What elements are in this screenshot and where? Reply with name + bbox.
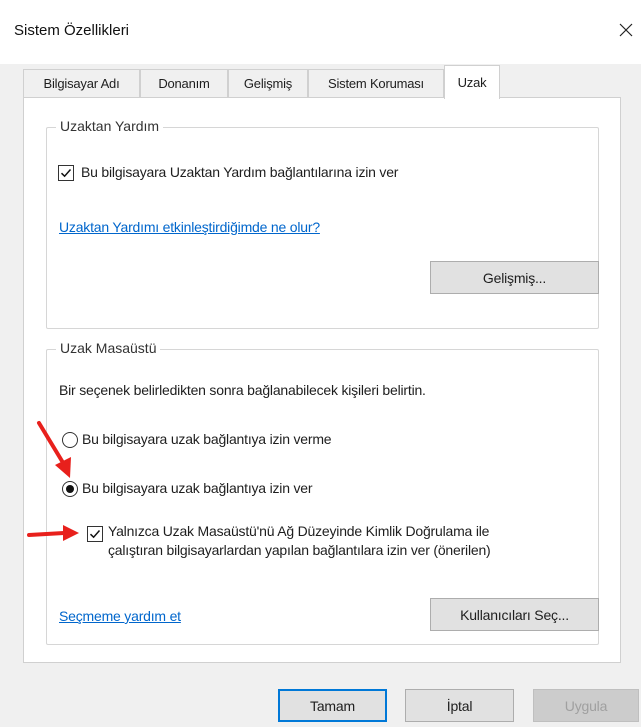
title-bar: Sistem Özellikleri (0, 0, 641, 64)
help-me-choose-link[interactable]: Seçmeme yardım et (59, 608, 181, 624)
cancel-button-label: İptal (446, 697, 473, 714)
remote-assistance-help-link[interactable]: Uzaktan Yardımı etkinleştirdiğimde ne ol… (59, 219, 320, 235)
nla-only-label-line1: Yalnızca Uzak Masaüstü'nü Ağ Düzeyinde K… (108, 523, 490, 539)
advanced-button-label: Gelişmiş... (482, 269, 547, 286)
remote-assistance-legend: Uzaktan Yardım (56, 118, 164, 134)
close-icon (619, 23, 632, 37)
select-users-button[interactable]: Kullanıcıları Seç... (430, 598, 599, 631)
tab-bilgisayar-adi[interactable]: Bilgisayar Adı (23, 69, 140, 97)
nla-only-label-line2: çalıştıran bilgisayarlardan yapılan bağl… (108, 542, 491, 558)
ok-button-label: Tamam (310, 697, 355, 714)
tab-sistem-korumasi[interactable]: Sistem Koruması (308, 69, 444, 97)
tab-label: Uzak (457, 75, 487, 90)
allow-remote-connection-radio[interactable] (62, 481, 78, 497)
remote-desktop-instruction: Bir seçenek belirledikten sonra bağlanab… (59, 382, 426, 398)
cancel-button[interactable]: İptal (405, 689, 514, 722)
tab-label: Gelişmiş (243, 76, 293, 91)
tab-donanim[interactable]: Donanım (140, 69, 228, 97)
tab-gelismis[interactable]: Gelişmiş (228, 69, 308, 97)
allow-remote-connection-label: Bu bilgisayara uzak bağlantıya izin ver (82, 480, 313, 496)
remote-assistance-group: Uzaktan Yardım Bu bilgisayara Uzaktan Ya… (46, 118, 599, 329)
checkmark-icon (60, 169, 72, 178)
ok-button[interactable]: Tamam (278, 689, 387, 722)
remote-desktop-legend: Uzak Masaüstü (56, 340, 161, 356)
tab-label: Sistem Koruması (328, 76, 424, 91)
system-properties-window: Sistem Özellikleri Bilgisayar Adı Donanı… (0, 0, 641, 727)
apply-button[interactable]: Uygula (533, 689, 639, 722)
nla-only-checkbox[interactable] (87, 526, 103, 542)
allow-remote-assistance-label: Bu bilgisayara Uzaktan Yardım bağlantıla… (81, 164, 399, 180)
allow-remote-assistance-checkbox[interactable] (58, 165, 74, 181)
tab-strip: Bilgisayar Adı Donanım Gelişmiş Sistem K… (23, 65, 623, 99)
deny-remote-connection-label: Bu bilgisayara uzak bağlantıya izin verm… (82, 431, 332, 447)
advanced-button[interactable]: Gelişmiş... (430, 261, 599, 294)
red-arrow-annotation (27, 525, 79, 541)
window-title: Sistem Özellikleri (14, 22, 130, 39)
tab-panel-uzak: Uzaktan Yardım Bu bilgisayara Uzaktan Ya… (23, 97, 621, 663)
select-users-button-label: Kullanıcıları Seç... (460, 606, 569, 623)
tab-label: Bilgisayar Adı (43, 76, 120, 91)
remote-desktop-group: Uzak Masaüstü Bir seçenek belirledikten … (46, 340, 599, 645)
tab-uzak[interactable]: Uzak (444, 65, 500, 99)
checkmark-icon (89, 530, 101, 539)
apply-button-label: Uygula (564, 697, 608, 714)
red-arrow-annotation (37, 421, 71, 478)
tab-label: Donanım (158, 76, 210, 91)
close-button[interactable] (610, 14, 641, 46)
